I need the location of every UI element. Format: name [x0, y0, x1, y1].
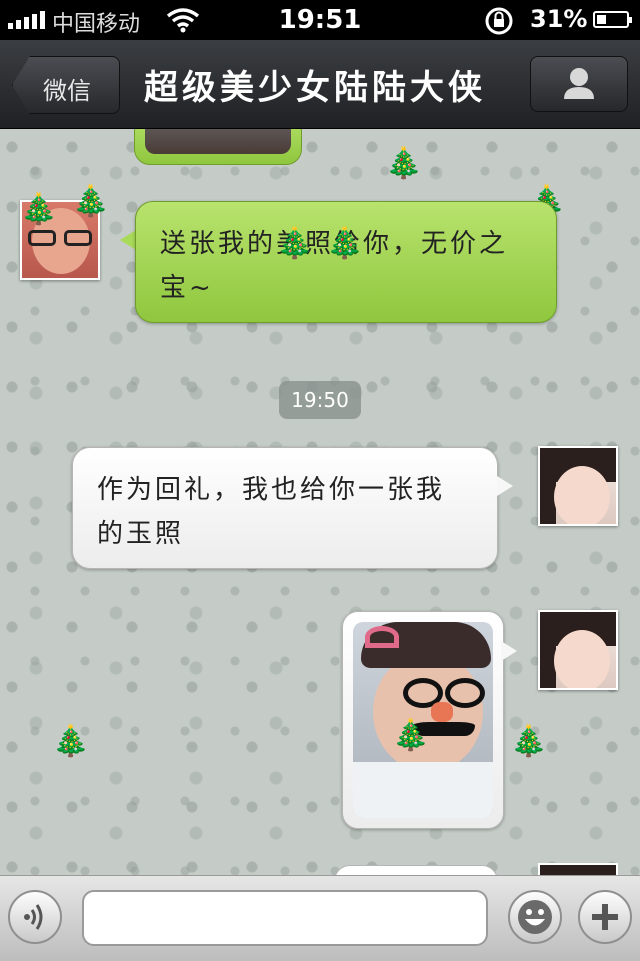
previous-image-bubble[interactable] [134, 129, 302, 165]
friend-message-bubble[interactable]: 送张我的美照给你，无价之宝~ [135, 201, 557, 323]
emoji-icon [518, 900, 552, 934]
input-bar [0, 875, 640, 961]
voice-icon [24, 904, 43, 930]
plus-button[interactable] [578, 890, 632, 944]
battery-level-fill [597, 15, 606, 24]
chat-title: 超级美少女陆陆大侠 [144, 68, 486, 108]
christmas-tree-icon: 🎄 [392, 718, 430, 753]
message-timestamp: 19:50 [279, 381, 361, 419]
person-icon [564, 68, 594, 99]
voice-button[interactable] [8, 890, 62, 944]
bubble-tail [501, 641, 517, 661]
status-bar: 中国移动 19:51 31% [0, 0, 640, 40]
my-avatar[interactable] [538, 446, 618, 526]
battery-percent: 31% [530, 5, 588, 33]
my-avatar[interactable] [538, 610, 618, 690]
back-button[interactable]: 微信 [12, 56, 120, 114]
christmas-tree-icon: 🎄 [326, 226, 364, 261]
emoji-button[interactable] [508, 890, 562, 944]
battery-icon [593, 11, 632, 28]
rotation-lock-icon [484, 6, 514, 42]
christmas-tree-icon: 🎄 [72, 184, 110, 219]
my-avatar[interactable] [538, 863, 618, 875]
next-message-bubble[interactable] [334, 865, 498, 875]
bubble-tail [497, 476, 513, 496]
nav-bar: 微信 超级美少女陆陆大侠 [0, 40, 640, 129]
chat-area[interactable]: 🎄 🎄 🎄 🎄 🎄 🎄 送张我的美照给你，无价之宝~ 🎄 🎄 19:50 作为回… [0, 129, 640, 875]
message-text: 作为回礼，我也给你一张我的玉照 [97, 475, 446, 549]
christmas-tree-icon: 🎄 [20, 192, 58, 227]
back-button-label: 微信 [43, 77, 91, 105]
christmas-tree-icon: 🎄 [385, 146, 423, 181]
profile-button[interactable] [530, 56, 628, 112]
message-input[interactable] [82, 890, 488, 946]
christmas-tree-icon: 🎄 [52, 724, 90, 759]
bubble-tail [120, 230, 136, 250]
my-message-bubble[interactable]: 作为回礼，我也给你一张我的玉照 [72, 447, 498, 569]
plus-icon [592, 904, 618, 930]
christmas-tree-icon: 🎄 [510, 724, 548, 759]
christmas-tree-icon: 🎄 [276, 226, 314, 261]
